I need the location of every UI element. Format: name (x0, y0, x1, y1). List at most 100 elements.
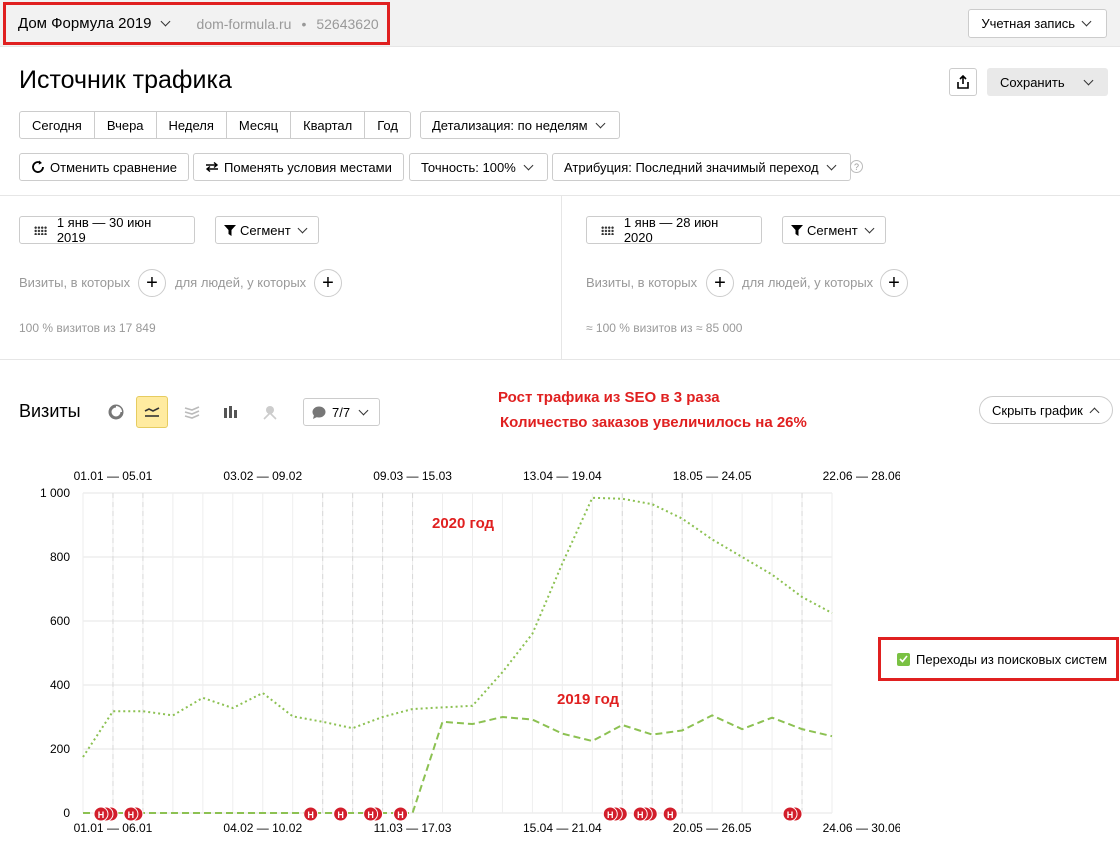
event-marker-glyph: Н (128, 810, 135, 820)
chart-type-bar[interactable] (215, 396, 247, 428)
x-tick-label-top: 03.02 — 09.02 (223, 469, 302, 483)
y-tick-label: 1 000 (40, 486, 70, 500)
event-marker-glyph: Н (307, 810, 314, 820)
x-tick-label-top: 13.04 — 19.04 (523, 469, 602, 483)
segment-button[interactable]: Сегмент (782, 216, 886, 244)
cancel-compare-button[interactable]: Отменить сравнение (19, 153, 189, 181)
chevron-down-icon (523, 160, 534, 170)
period-quarter[interactable]: Квартал (291, 112, 366, 138)
hide-chart-button[interactable]: Скрыть график (979, 396, 1113, 424)
event-marker-glyph: Н (787, 810, 794, 820)
event-marker-glyph: Н (607, 810, 614, 820)
funnel-icon (224, 224, 236, 236)
segment-button[interactable]: Сегмент (215, 216, 319, 244)
date-range-label: 1 янв — 28 июн 2020 (623, 215, 719, 245)
save-label: Сохранить (1000, 74, 1065, 90)
help-icon[interactable]: ? (850, 160, 863, 173)
plus-icon: + (888, 271, 900, 294)
checkbox-checked-icon[interactable] (897, 652, 910, 666)
y-tick-label: 200 (50, 742, 70, 756)
accuracy-label: Точность: 100% (421, 159, 516, 175)
segment-label: Сегмент (807, 222, 858, 238)
chevron-down-icon (358, 405, 369, 415)
comment-icon (312, 406, 326, 419)
chart-legend[interactable]: Переходы из поисковых систем (878, 637, 1119, 681)
detail-dropdown[interactable]: Детализация: по неделям (420, 111, 620, 139)
period-week[interactable]: Неделя (157, 112, 227, 138)
visits-condition-label: Визиты, в которых (19, 275, 131, 290)
date-range-button[interactable]: 1 янв — 30 июн 2019 (19, 215, 195, 245)
pie-chart-icon (108, 404, 124, 420)
event-marker-glyph: Н (667, 810, 674, 820)
chevron-down-icon (595, 118, 606, 128)
counter-separator: • (301, 15, 307, 32)
event-marker-glyph: Н (98, 810, 105, 820)
share-button[interactable] (949, 68, 977, 96)
event-marker-glyph: Н (397, 810, 404, 820)
counter-name: Дом Формула 2019 (18, 15, 152, 32)
chevron-down-icon (1081, 16, 1092, 27)
page-title: Источник трафика (19, 66, 232, 94)
x-tick-label-bottom: 01.01 — 06.01 (74, 821, 153, 835)
add-visit-condition-button[interactable]: + (706, 269, 734, 297)
hide-chart-label: Скрыть график (992, 402, 1083, 418)
line-chart-icon (144, 407, 160, 417)
chart-type-pie[interactable] (100, 396, 132, 428)
account-button[interactable]: Учетная запись (968, 9, 1107, 38)
plus-icon: + (714, 271, 726, 294)
segment-panel-left: 1 янв — 30 июн 2019 Сегмент Визиты, в ко… (0, 195, 562, 360)
visits-condition-label: Визиты, в которых (586, 275, 698, 290)
area-chart-icon (184, 406, 200, 419)
accuracy-dropdown[interactable]: Точность: 100% (409, 153, 548, 181)
y-tick-label: 800 (50, 550, 70, 564)
save-button[interactable]: Сохранить (987, 68, 1108, 96)
calendar-icon (34, 225, 47, 235)
counter-selector[interactable]: Дом Формула 2019 dom-formula.ru • 526436… (3, 2, 390, 45)
attribution-dropdown[interactable]: Атрибуция: Последний значимый переход (552, 153, 851, 181)
chart-type-area[interactable] (176, 396, 208, 428)
x-tick-label-bottom: 24.06 — 30.06 (823, 821, 900, 835)
annotation-2020: 2020 год (432, 515, 495, 532)
visits-share-text: ≈ 100 % визитов из ≈ 85 000 (586, 321, 743, 335)
period-today[interactable]: Сегодня (20, 112, 95, 138)
period-month[interactable]: Месяц (227, 112, 292, 138)
chevron-down-icon (160, 16, 170, 27)
visits-share-text: 100 % визитов из 17 849 (19, 321, 156, 335)
chevron-down-icon (1083, 75, 1094, 86)
counter-id: 52643620 (316, 15, 379, 32)
annotation-headline-2: Количество заказов увеличилось на 26% (500, 414, 807, 431)
x-tick-label-top: 18.05 — 24.05 (673, 469, 752, 483)
x-tick-label-bottom: 04.02 — 10.02 (223, 821, 302, 835)
add-people-condition-button[interactable]: + (314, 269, 342, 297)
share-icon (957, 75, 969, 89)
plus-icon: + (322, 271, 334, 294)
chevron-down-icon (297, 223, 308, 233)
chevron-down-icon (864, 223, 875, 233)
detail-label: Детализация: по неделям (432, 117, 588, 133)
y-tick-label: 0 (63, 806, 70, 820)
x-tick-label-top: 01.01 — 05.01 (74, 469, 153, 483)
date-range-button[interactable]: 1 янв — 28 июн 2020 (586, 215, 762, 245)
visits-share: 100 % визитов из 17 849 (19, 321, 201, 335)
add-people-condition-button[interactable]: + (880, 269, 908, 297)
legend-series-label: Переходы из поисковых систем (916, 651, 1108, 667)
date-range-label: 1 янв — 30 июн 2019 (56, 215, 152, 245)
period-year[interactable]: Год (365, 112, 410, 138)
segment-label: Сегмент (240, 222, 291, 238)
people-condition-label: для людей, у которых (742, 275, 874, 290)
refresh-icon (32, 160, 44, 173)
x-tick-label-bottom: 20.05 — 26.05 (673, 821, 752, 835)
series-selector[interactable]: 7/7 (303, 398, 381, 426)
chart-type-line[interactable] (136, 396, 168, 428)
top-bar: Дом Формула 2019 dom-formula.ru • 526436… (0, 0, 1120, 47)
event-marker-glyph: Н (367, 810, 374, 820)
series-count: 7/7 (332, 404, 351, 420)
period-yesterday[interactable]: Вчера (95, 112, 157, 138)
add-visit-condition-button[interactable]: + (138, 269, 166, 297)
x-tick-label-bottom: 15.04 — 21.04 (523, 821, 602, 835)
chart-type-map[interactable] (254, 396, 286, 428)
annotation-2019: 2019 год (557, 691, 620, 708)
funnel-icon (791, 224, 803, 236)
swap-conditions-button[interactable]: Поменять условия местами (193, 153, 404, 181)
account-label: Учетная запись (981, 16, 1075, 31)
